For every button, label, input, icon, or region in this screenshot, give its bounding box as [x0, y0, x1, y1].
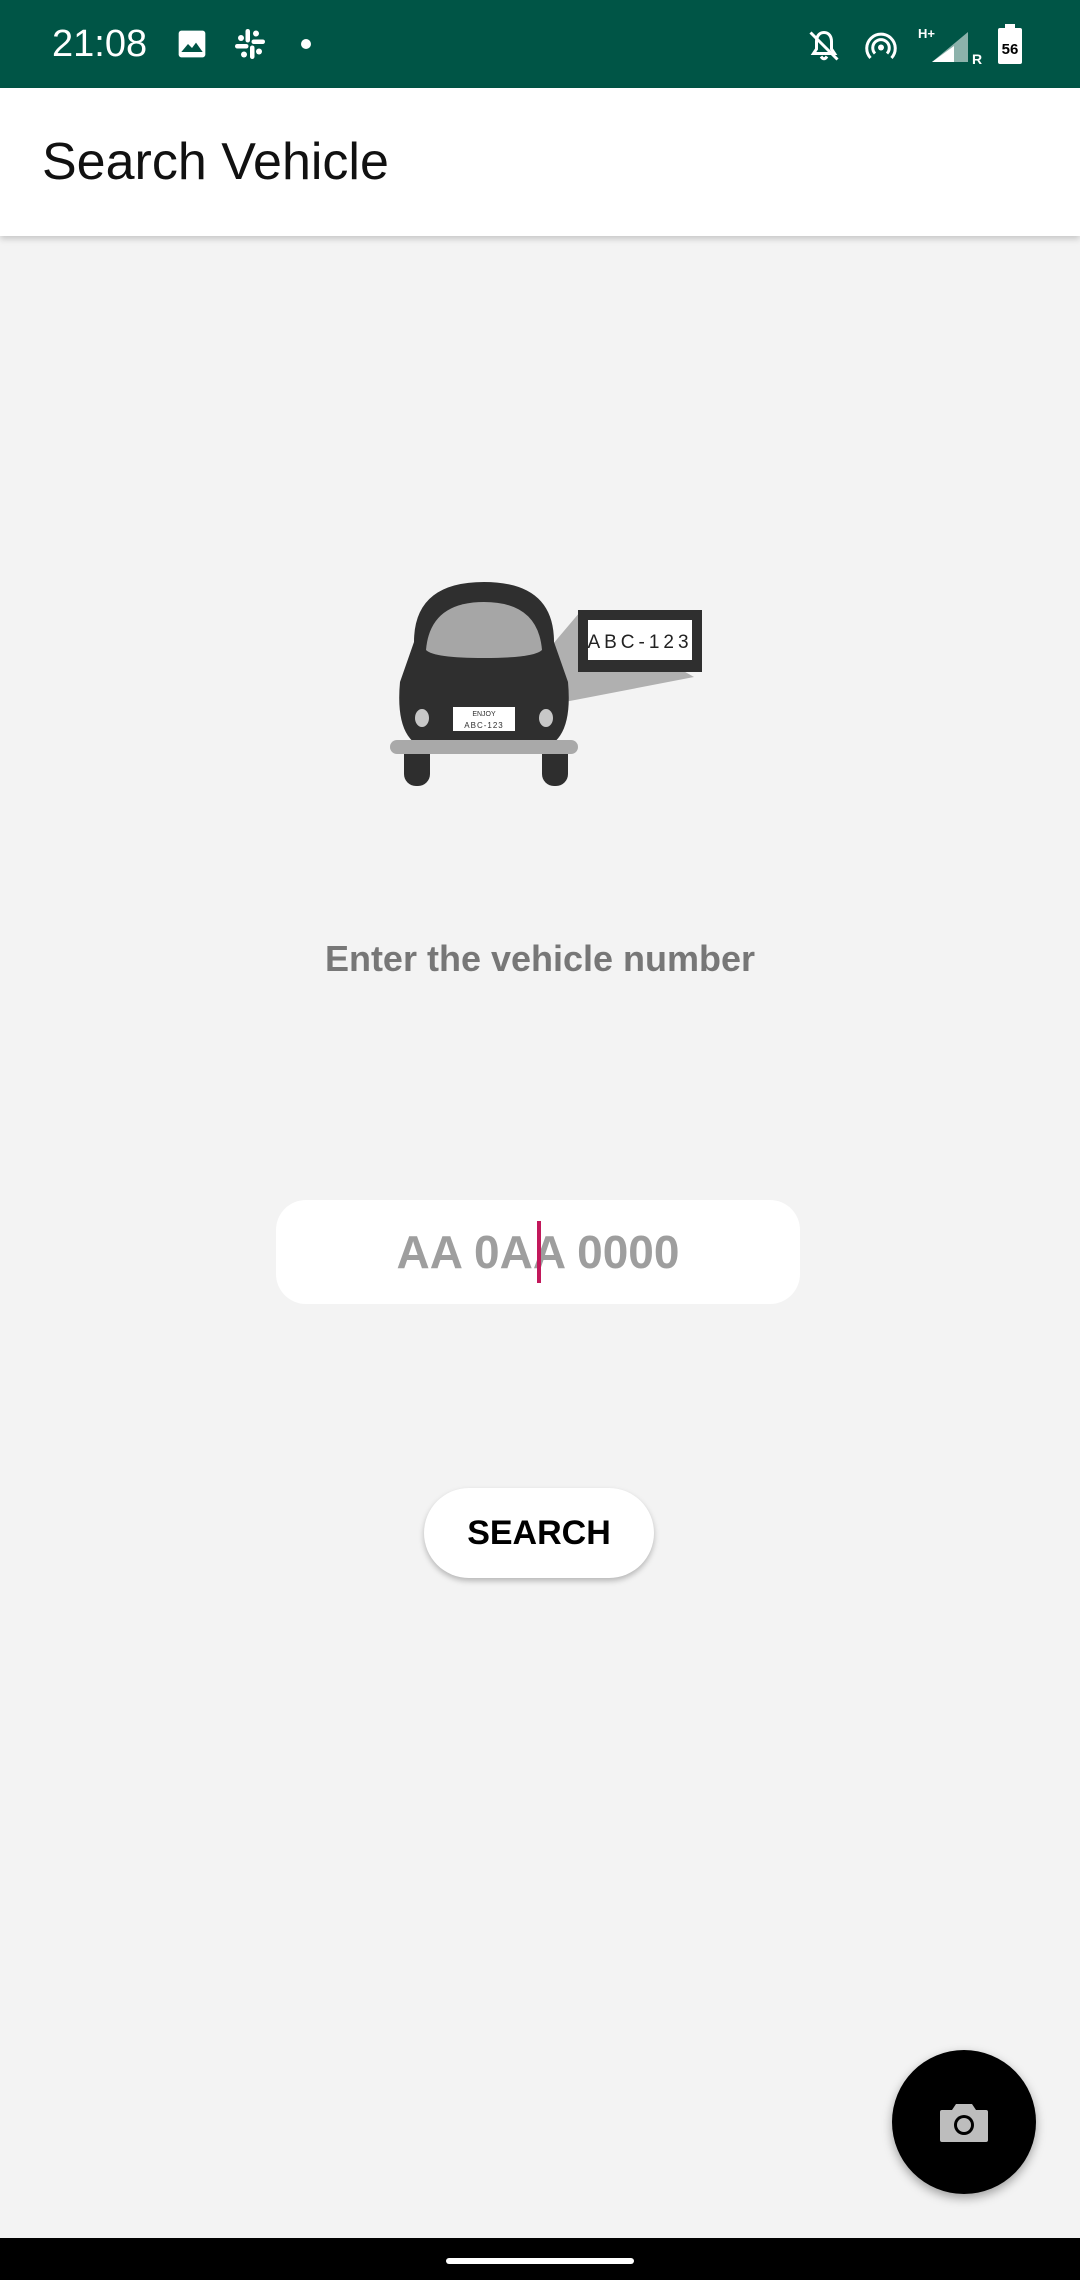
network-type-label: H+ — [918, 26, 935, 41]
dot-icon — [301, 39, 311, 49]
hotspot-icon — [865, 32, 897, 60]
battery-icon: 56 — [998, 24, 1022, 64]
navigation-bar — [0, 2238, 1080, 2280]
image-icon — [178, 30, 206, 58]
car-plate-illustration: ENJOY ABC-123 ABC-123 — [390, 582, 702, 786]
status-time: 21:08 — [52, 23, 148, 65]
zoomed-plate-text: ABC-123 — [587, 632, 692, 653]
slack-icon — [235, 29, 265, 59]
camera-icon — [940, 2104, 988, 2142]
small-plate-top-text: ENJOY — [472, 711, 496, 718]
bell-off-icon — [809, 30, 839, 61]
home-gesture-handle[interactable] — [446, 2258, 634, 2264]
page-title: Search Vehicle — [42, 133, 389, 191]
text-cursor — [537, 1221, 541, 1283]
battery-level: 56 — [1002, 41, 1019, 58]
camera-fab[interactable] — [892, 2050, 1036, 2194]
status-icons-right: H+ R 56 — [806, 22, 1036, 66]
search-button[interactable]: SEARCH — [424, 1488, 654, 1578]
instruction-text: Enter the vehicle number — [324, 938, 756, 979]
signal-icon: H+ R — [918, 26, 982, 66]
app-bar: Search Vehicle — [0, 88, 1080, 236]
roaming-label: R — [972, 51, 982, 66]
status-bar: 21:08 H+ R 56 — [0, 0, 1080, 88]
bumper — [390, 740, 578, 754]
small-plate-bottom-text: ABC-123 — [464, 721, 503, 730]
